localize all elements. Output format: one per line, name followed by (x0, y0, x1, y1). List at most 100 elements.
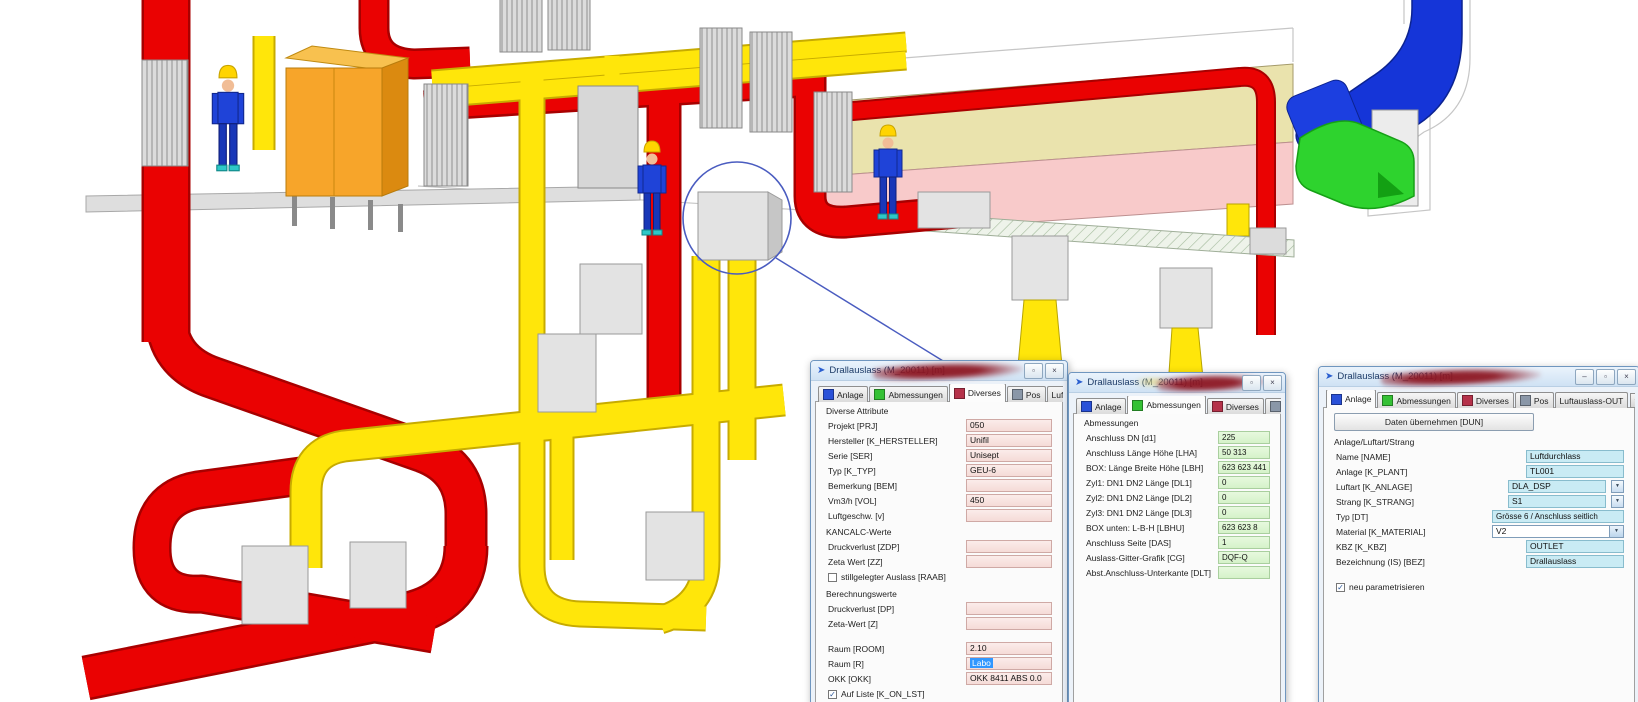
neu-parametrisieren-checkbox[interactable]: ✓ (1336, 583, 1345, 592)
field-row: Typ [K_TYP]GEU-6 (816, 463, 1062, 478)
lbh-input[interactable]: 623 623 441 (1218, 461, 1270, 474)
dlt-input[interactable] (1218, 566, 1270, 579)
tab-abmessungen[interactable]: Abmessungen (869, 386, 947, 402)
anlage-tab-icon (823, 389, 834, 400)
tab-abmessungen[interactable]: Abmessungen (1127, 396, 1205, 414)
dialog-drallauslass-diverses: ➤ Drallauslass (M_20011) [m] ▫ × Anlage … (810, 360, 1068, 702)
field-row: Material [K_MATERIAL]V2▼ (1324, 524, 1634, 539)
pos-tab-icon (1270, 401, 1281, 412)
raab-checkbox[interactable] (828, 573, 837, 582)
tab-page-diverses: Diverse Attribute Projekt [PRJ]050 Herst… (815, 401, 1063, 702)
redaction-smudge (873, 360, 1024, 382)
daten-uebernehmen-button[interactable]: Daten übernehmen [DUN] (1334, 413, 1534, 431)
close-button[interactable]: × (1617, 369, 1636, 385)
tab-pos[interactable]: Pos (1515, 392, 1554, 408)
tab-anlage[interactable]: Anlage (818, 386, 868, 402)
anlage-input[interactable]: TL001 (1526, 465, 1624, 478)
zeta-zz-input[interactable] (966, 555, 1052, 568)
material-combobox[interactable]: V2▼ (1492, 525, 1624, 538)
minimize-button[interactable]: – (1575, 369, 1594, 385)
restore-button[interactable]: ▫ (1596, 369, 1615, 385)
hersteller-input[interactable]: Unifil (966, 434, 1052, 447)
tab-abmessungen[interactable]: Abmessungen (1377, 392, 1455, 408)
cg-input[interactable]: DQF-Q (1218, 551, 1270, 564)
field-row: Bezeichnung (IS) [BEZ]Drallauslass (1324, 554, 1634, 569)
field-row: Zyl3: DN1 DN2 Länge [DL3]0 (1074, 505, 1280, 520)
field-label: Material [K_MATERIAL] (1336, 527, 1492, 537)
field-row: Zeta-Wert [Z] (816, 616, 1062, 631)
tab-pos[interactable]: Pos (1007, 386, 1046, 402)
selected-text: Labo (970, 658, 993, 668)
zeta-z-input[interactable] (966, 617, 1052, 630)
app-icon: ➤ (1325, 371, 1333, 382)
checkbox-row: ✓Auf Liste [K_ON_LST] (816, 686, 1062, 702)
druckverlust-dp-input[interactable] (966, 602, 1052, 615)
druckverlust-zdp-input[interactable] (966, 540, 1052, 553)
serie-input[interactable]: Unisept (966, 449, 1052, 462)
lbhu-input[interactable]: 623 623 8 (1218, 521, 1270, 534)
section-header: Abmessungen (1074, 414, 1280, 430)
field-row: BOX: Länge Breite Höhe [LBH]623 623 441 (1074, 460, 1280, 475)
okk-input[interactable]: OKK 8411 ABS 0.0 (966, 672, 1052, 685)
das-input[interactable]: 1 (1218, 536, 1270, 549)
tab-luftauslass-out[interactable]: Luftauslass-OUT (1047, 386, 1063, 402)
field-label: Vm3/h [VOL] (828, 496, 966, 506)
raum-r-input[interactable]: Labo (966, 657, 1052, 670)
volumen-input[interactable]: 450 (966, 494, 1052, 507)
projekt-input[interactable]: 050 (966, 419, 1052, 432)
tab-diverses[interactable]: Diverses (1207, 398, 1264, 414)
luftart-dropdown-button[interactable]: ▼ (1611, 480, 1624, 493)
tab-scroll-buttons[interactable]: ◄► (1630, 393, 1635, 408)
abmessungen-tab-icon (1132, 400, 1143, 411)
raum-room-input[interactable]: 2.10 (966, 642, 1052, 655)
field-label: Zyl1: DN1 DN2 Länge [DL1] (1086, 478, 1218, 488)
tab-diverses[interactable]: Diverses (949, 384, 1006, 402)
bemerkung-input[interactable] (966, 479, 1052, 492)
lha-input[interactable]: 50 313 (1218, 446, 1270, 459)
typ-input[interactable]: GEU-6 (966, 464, 1052, 477)
restore-button[interactable]: ▫ (1024, 363, 1043, 379)
bezeichnung-input[interactable]: Drallauslass (1526, 555, 1624, 568)
diverses-tab-icon (1462, 395, 1473, 406)
dialog-titlebar[interactable]: ➤ Drallauslass (M_20011) [m] ▫ × (1069, 373, 1285, 393)
app-icon: ➤ (1075, 377, 1083, 388)
field-row: Raum [R] Labo (816, 656, 1062, 671)
field-label: Bezeichnung (IS) [BEZ] (1336, 557, 1526, 567)
tab-luftauslass-out[interactable]: Luftauslass-OUT (1555, 392, 1629, 408)
strang-dropdown-button[interactable]: ▼ (1611, 495, 1624, 508)
field-label: Zyl3: DN1 DN2 Länge [DL3] (1086, 508, 1218, 518)
strang-input[interactable]: S1 (1508, 495, 1606, 508)
name-input[interactable]: Luftdurchlass (1526, 450, 1624, 463)
dialog-titlebar[interactable]: ➤ Drallauslass (M_20011) [m] ▫ × (811, 361, 1067, 381)
tab-diverses[interactable]: Diverses (1457, 392, 1514, 408)
dn-input[interactable]: 225 (1218, 431, 1270, 444)
kbz-input[interactable]: OUTLET (1526, 540, 1624, 553)
tab-label: Pos (1026, 390, 1041, 400)
field-row: BOX unten: L-B-H [LBHU]623 623 8 (1074, 520, 1280, 535)
close-button[interactable]: × (1263, 375, 1282, 391)
tab-label: Luftauslass-OUT (1052, 390, 1063, 400)
field-label: Raum [R] (828, 659, 966, 669)
tab-anlage[interactable]: Anlage (1076, 398, 1126, 414)
pos-tab-icon (1012, 389, 1023, 400)
field-row: Druckverlust [ZDP] (816, 539, 1062, 554)
tab-anlage[interactable]: Anlage (1326, 390, 1376, 408)
dl3-input[interactable]: 0 (1218, 506, 1270, 519)
field-row: KBZ [K_KBZ]OUTLET (1324, 539, 1634, 554)
luftgeschw-input[interactable] (966, 509, 1052, 522)
tab-pos[interactable]: Pos (1265, 398, 1281, 414)
dl1-input[interactable]: 0 (1218, 476, 1270, 489)
onlist-checkbox[interactable]: ✓ (828, 690, 837, 699)
restore-button[interactable]: ▫ (1242, 375, 1261, 391)
material-dropdown-arrow[interactable]: ▼ (1610, 525, 1624, 538)
field-label: Anlage [K_PLANT] (1336, 467, 1526, 477)
field-label: OKK [OKK] (828, 674, 966, 684)
typ-dt-input[interactable]: Grösse 6 / Anschluss seitlich (1492, 510, 1624, 523)
dl2-input[interactable]: 0 (1218, 491, 1270, 504)
pos-tab-icon (1520, 395, 1531, 406)
field-label: Projekt [PRJ] (828, 421, 966, 431)
close-button[interactable]: × (1045, 363, 1064, 379)
luftart-input[interactable]: DLA_DSP (1508, 480, 1606, 493)
section-header: Diverse Attribute (816, 402, 1062, 418)
dialog-titlebar[interactable]: ➤ Drallauslass (M_20011) [m] – ▫ × (1319, 367, 1638, 387)
